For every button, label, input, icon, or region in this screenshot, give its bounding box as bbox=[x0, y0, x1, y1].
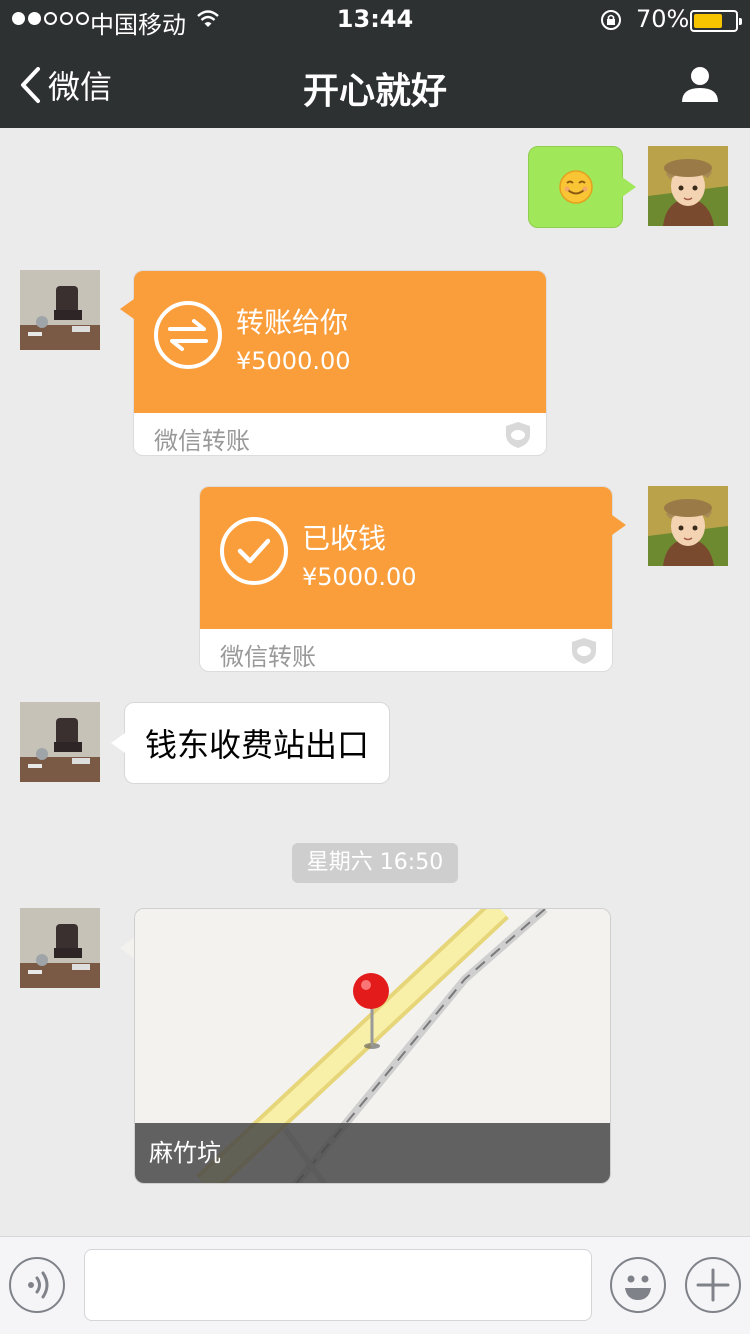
text-message-bubble[interactable]: 钱东收费站出口 bbox=[111, 702, 390, 784]
battery-percent: 70% bbox=[636, 5, 690, 33]
checkmark-icon bbox=[237, 538, 271, 564]
emoji-message-bubble[interactable] bbox=[528, 146, 636, 228]
location-bubble-tail bbox=[120, 938, 134, 958]
top-bar: 中国移动 13:44 70% 微信 开心就好 bbox=[0, 0, 750, 128]
rotation-lock-icon bbox=[601, 10, 621, 30]
transfer-footer: 微信转账 bbox=[220, 643, 316, 671]
office-photo-avatar-image bbox=[20, 908, 100, 988]
location-name: 麻竹坑 bbox=[135, 1123, 610, 1183]
message-text: 钱东收费站出口 bbox=[144, 726, 369, 764]
transfer-amount: ¥5000.00 bbox=[302, 563, 417, 591]
received-icon bbox=[220, 517, 288, 585]
battery-fill bbox=[694, 14, 722, 28]
anime-boy-avatar-image bbox=[648, 486, 728, 566]
voice-icon bbox=[28, 1271, 49, 1299]
voice-button[interactable] bbox=[9, 1257, 65, 1313]
transfer-icon bbox=[154, 301, 222, 369]
smiling-face-icon bbox=[558, 170, 593, 204]
wechat-pay-shield-icon bbox=[572, 638, 596, 664]
plus-icon bbox=[696, 1268, 730, 1302]
location-message-card[interactable]: 麻竹坑 bbox=[134, 908, 611, 1184]
anime-boy-avatar-image bbox=[648, 146, 728, 226]
battery-icon bbox=[690, 10, 742, 32]
message-timestamp: 星期六 16:50 bbox=[292, 843, 458, 883]
chat-input-bar bbox=[0, 1236, 750, 1334]
more-button[interactable] bbox=[685, 1257, 741, 1313]
emoji-button[interactable] bbox=[610, 1257, 666, 1313]
message-input[interactable] bbox=[84, 1249, 592, 1321]
transfer-message-card[interactable]: 转账给你 ¥5000.00 微信转账 bbox=[120, 270, 547, 456]
transfer-amount: ¥5000.00 bbox=[236, 347, 351, 375]
wechat-pay-shield-icon bbox=[506, 422, 530, 448]
transfer-arrows-icon bbox=[168, 319, 208, 351]
office-photo-avatar-image bbox=[20, 702, 100, 782]
transfer-title: 已收钱 bbox=[302, 522, 387, 555]
chat-title: 开心就好 bbox=[302, 71, 447, 112]
my-avatar[interactable] bbox=[648, 146, 728, 226]
transfer-title: 转账给你 bbox=[236, 306, 349, 339]
contact-avatar[interactable] bbox=[20, 270, 100, 350]
status-bar: 中国移动 13:44 70% bbox=[0, 0, 750, 40]
contact-avatar[interactable] bbox=[20, 702, 100, 782]
emoji-icon bbox=[625, 1275, 651, 1300]
my-avatar[interactable] bbox=[648, 486, 728, 566]
office-photo-avatar-image bbox=[20, 270, 100, 350]
contact-avatar[interactable] bbox=[20, 908, 100, 988]
received-transfer-card[interactable]: 已收钱 ¥5000.00 微信转账 bbox=[199, 486, 626, 672]
profile-icon[interactable] bbox=[680, 64, 720, 104]
transfer-footer: 微信转账 bbox=[154, 427, 250, 455]
